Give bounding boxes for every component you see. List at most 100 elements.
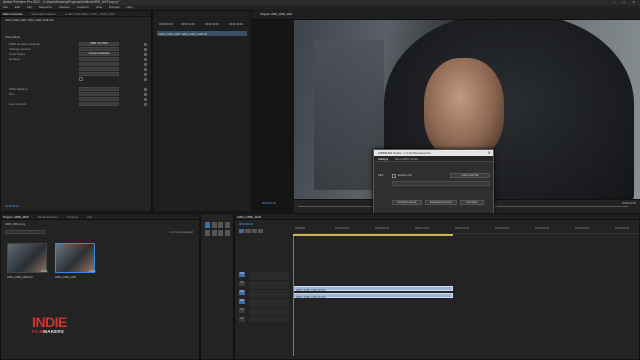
- keyframe-icon[interactable]: [144, 92, 147, 96]
- keyframe-icon[interactable]: [144, 62, 147, 66]
- video-clip[interactable]: A001_C006_1118.mxf [V]: [293, 286, 453, 292]
- row-value[interactable]: [79, 47, 119, 51]
- timeline-timecode[interactable]: 00:00:00:00: [239, 223, 253, 226]
- timeline-ruler[interactable]: 00:00:00 00:00:04:23 00:00:09:23 00:00:1…: [293, 224, 639, 234]
- ruler-mark: 00:00:39:23: [615, 227, 629, 230]
- hand-tool-icon[interactable]: [218, 229, 223, 236]
- row-value[interactable]: [79, 92, 119, 96]
- keyframe-icon[interactable]: [144, 57, 147, 61]
- program-timecode[interactable]: 00:00:00:00: [262, 202, 276, 205]
- keyframe-icon[interactable]: [144, 87, 147, 91]
- track-label-v1[interactable]: V1: [239, 290, 245, 295]
- work-area-bar[interactable]: [293, 234, 453, 236]
- keyframe-icon[interactable]: [144, 67, 147, 71]
- menu-markers[interactable]: Markers: [59, 5, 70, 9]
- tab-effect-controls[interactable]: Effect Controls: [3, 12, 23, 16]
- keyframe-time-3: 00:00:48:00: [229, 23, 243, 26]
- track-label-a2[interactable]: A2: [239, 308, 245, 313]
- row-value[interactable]: [79, 87, 119, 91]
- row-label: Settings Version: [9, 47, 31, 51]
- tab-media-browser[interactable]: Media Browser: [38, 215, 58, 219]
- track-label-a1[interactable]: A1: [239, 299, 245, 304]
- tab-sequence[interactable]: A001_C006_1118: [237, 215, 261, 219]
- track-label-v3[interactable]: V3: [239, 272, 245, 277]
- menu-file[interactable]: File: [3, 5, 8, 9]
- menu-edit[interactable]: Edit: [15, 5, 20, 9]
- effect-panel-tabs: Effect Controls Essential Graphics Audio…: [1, 11, 151, 17]
- enable-link-checkbox[interactable]: [392, 174, 396, 178]
- timeline-toolbar: [239, 229, 263, 233]
- track-select-tool-icon[interactable]: [211, 222, 217, 229]
- keyframe-icon[interactable]: [144, 52, 147, 56]
- row-value[interactable]: [79, 72, 119, 76]
- tab-audio-mixer[interactable]: Audio Track Mixer: A001_C006_1118: [65, 12, 114, 16]
- program-side-bg: [252, 20, 294, 213]
- pen-tool-icon[interactable]: [211, 229, 217, 236]
- menu-window[interactable]: Window: [109, 5, 120, 9]
- row-label: Color Space: [9, 52, 26, 56]
- ripple-tool-icon[interactable]: [218, 222, 223, 229]
- tab-program[interactable]: Program: A001_C006_1118: [260, 13, 292, 16]
- deactivate-license-button[interactable]: Deactivate License: [425, 200, 457, 205]
- row-value[interactable]: [79, 97, 119, 101]
- snap-icon[interactable]: [239, 229, 245, 233]
- tab-essential-graphics[interactable]: Essential Graphics: [31, 12, 56, 16]
- row-value[interactable]: Camera Metadata: [79, 52, 119, 56]
- path-field[interactable]: [392, 181, 490, 186]
- project-item-thumbnail[interactable]: [7, 243, 47, 273]
- menu-clip[interactable]: Clip: [27, 5, 32, 9]
- row-value[interactable]: [79, 57, 119, 61]
- load-look-button[interactable]: Load Look File: [450, 173, 490, 178]
- keyframe-icon[interactable]: [144, 47, 147, 51]
- keyframe-icon[interactable]: [144, 97, 147, 101]
- effect-row: Color Space Camera Metadata: [5, 52, 147, 56]
- effect-row: [5, 62, 147, 66]
- linked-selection-icon[interactable]: [245, 229, 251, 233]
- keyframe-clip-bar[interactable]: A001_C006_1118 * A001_C006_1118.mxf: [157, 31, 247, 36]
- track-label-v2[interactable]: V2: [239, 281, 245, 286]
- watermark-logo-sub: FILMMAKERS: [32, 329, 64, 334]
- tab-about[interactable]: About ARRI Studio: [395, 157, 418, 161]
- selection-tool-icon[interactable]: [205, 222, 210, 229]
- menu-view[interactable]: View: [96, 5, 102, 9]
- settings-wrench-icon[interactable]: [257, 229, 263, 233]
- tab-info[interactable]: Info: [87, 215, 92, 219]
- effect-row: White Balance: [5, 87, 147, 91]
- audio-clip[interactable]: A001_C006_1118.mxf [A]: [293, 293, 453, 299]
- menu-sequence[interactable]: Sequence: [39, 5, 53, 9]
- row-checkbox[interactable]: [79, 77, 83, 81]
- tab-libraries[interactable]: Libraries: [67, 215, 79, 219]
- ruler-mark: 00:00:24:23: [495, 227, 509, 230]
- effect-timecode[interactable]: 00:00:00:00: [5, 205, 19, 208]
- razor-tool-icon[interactable]: [224, 222, 230, 229]
- keyframe-icon[interactable]: [144, 77, 147, 81]
- row-value[interactable]: [79, 67, 119, 71]
- row-value[interactable]: [79, 102, 119, 106]
- slip-tool-icon[interactable]: [205, 229, 210, 236]
- tab-project[interactable]: Project: ARRI_MXF: [3, 215, 30, 219]
- menu-help[interactable]: Help: [126, 5, 132, 9]
- enable-link-label: Enable Link: [398, 174, 412, 177]
- watermark-film: FILM: [32, 329, 44, 334]
- project-search-input[interactable]: [5, 230, 45, 234]
- row-value[interactable]: ARRI v6.0 SDK: [79, 42, 119, 46]
- keyframe-icon[interactable]: [144, 42, 147, 46]
- type-tool-icon[interactable]: [224, 229, 230, 236]
- activate-license-button[interactable]: Activate License: [392, 200, 422, 205]
- row-label: Debayer: [9, 57, 21, 61]
- keyframe-icon[interactable]: [144, 72, 147, 76]
- tab-settings[interactable]: Settings: [378, 157, 388, 161]
- track-controls[interactable]: [249, 272, 289, 322]
- project-item-thumbnail[interactable]: [55, 243, 95, 273]
- add-marker-icon[interactable]: [251, 229, 257, 233]
- menu-graphics[interactable]: Graphics: [77, 5, 89, 9]
- row-value[interactable]: [79, 62, 119, 66]
- effect-controls-panel: Effect Controls Essential Graphics Audio…: [0, 10, 152, 212]
- purchase-button[interactable]: Purchase: [460, 200, 484, 205]
- close-icon[interactable]: ✕: [488, 150, 491, 156]
- effect-row: Debayer: [5, 57, 147, 61]
- track-label-a3[interactable]: A3: [239, 317, 245, 322]
- row-label: Tint: [9, 92, 14, 96]
- keyframe-icon[interactable]: [144, 102, 147, 106]
- playhead[interactable]: [293, 236, 294, 356]
